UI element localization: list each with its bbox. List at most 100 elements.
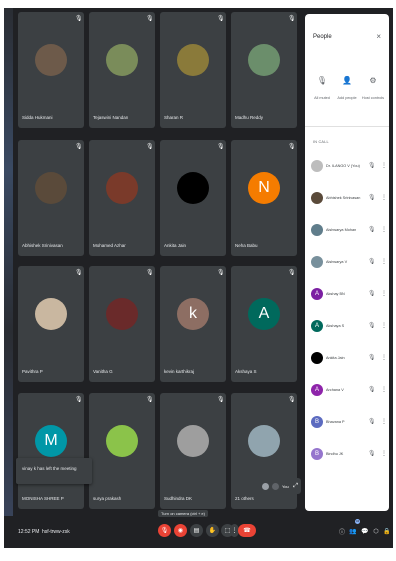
participant-name: 21 others <box>235 496 254 501</box>
person-row[interactable]: B Bindhu JK 🎙 ⋮ <box>305 448 389 464</box>
end-call-button[interactable]: ☎ <box>238 524 256 537</box>
avatar <box>311 224 323 236</box>
mic-off-icon[interactable] <box>272 482 279 490</box>
person-row[interactable]: Dr. ILANGO V (You) 🎙 ⋮ <box>305 160 389 176</box>
mic-off-icon[interactable]: 🎙 <box>368 322 376 329</box>
participant-tile[interactable]: 🎙 M MONISHA SHREE P <box>18 393 84 509</box>
more-options-icon[interactable]: ⋮ <box>381 226 387 233</box>
participant-tile[interactable]: 🎙 Sidda Hukmani <box>18 12 84 128</box>
mic-off-icon: 🎙 <box>217 270 225 276</box>
raise-hand-button[interactable]: ✋ <box>206 524 219 537</box>
mic-off-icon[interactable]: 🎙 <box>368 162 376 169</box>
mic-off-icon[interactable]: 🎙 <box>368 194 376 201</box>
panel-actions: 🎙 All muted 👤 Add people ⚙ Host controls <box>305 76 389 112</box>
person-row[interactable]: A Archana V 🎙 ⋮ <box>305 384 389 400</box>
person-row[interactable]: Aishwarya V 🎙 ⋮ <box>305 256 389 272</box>
person-name: Bindhu JK <box>326 452 344 456</box>
avatar <box>311 256 323 268</box>
person-name: Dr. ILANGO V (You) <box>326 164 360 168</box>
participant-tile[interactable]: 🎙 N Neha Babu <box>231 140 297 256</box>
chat-icon[interactable]: 💬 <box>361 527 369 535</box>
mic-off-icon: 🎙 <box>316 76 328 85</box>
mic-off-icon[interactable]: 🎙 <box>368 418 376 425</box>
more-options-icon[interactable]: ⋮ <box>381 386 387 393</box>
mic-off-icon[interactable]: 🎙 <box>368 386 376 393</box>
participant-tile[interactable]: 🎙 surya prakash <box>89 393 155 509</box>
more-options-icon[interactable]: ⋮ <box>381 450 387 457</box>
mic-toggle-button[interactable]: 🎙 <box>158 524 171 537</box>
avatar <box>311 160 323 172</box>
expand-icon[interactable]: ⤢ <box>293 483 298 490</box>
meeting-time: 12:52 PM <box>18 529 40 535</box>
meet-window: 🎙 Sidda Hukmani 🎙 Tejaswini Nandan 🎙 Sharan R… <box>4 8 393 548</box>
participant-tile[interactable]: 🎙 Madhu Reddy <box>231 12 297 128</box>
participant-tile[interactable]: 🎙 Tejaswini Nandan <box>89 12 155 128</box>
action-label: Add people <box>337 96 357 100</box>
avatar <box>248 425 280 457</box>
camera-tooltip: Turn on camera (ctrl + e) <box>158 510 208 517</box>
avatar: k <box>177 298 209 330</box>
close-panel-button[interactable]: × <box>376 32 381 41</box>
host-lock-icon[interactable]: 🔒 <box>383 527 391 535</box>
more-options-icon[interactable]: ⋮ <box>381 194 387 201</box>
participant-tile[interactable]: 🎙 Sudhindra DK <box>160 393 226 509</box>
person-row[interactable]: A Akshay BN 🎙 ⋮ <box>305 288 389 304</box>
participant-name: Tejaswini Nandan <box>93 115 129 120</box>
more-options-icon[interactable]: ⋮ <box>381 322 387 329</box>
mic-off-icon[interactable]: 🎙 <box>368 450 376 457</box>
participant-tile[interactable]: 🎙 Ankita Jain <box>160 140 226 256</box>
mic-off-icon[interactable]: 🎙 <box>368 290 376 297</box>
avatar <box>106 44 138 76</box>
person-name: Bhavana P <box>326 420 345 424</box>
participant-tile[interactable]: 🎙 Sharan R <box>160 12 226 128</box>
more-options-icon[interactable]: ⋮ <box>381 258 387 265</box>
more-options-icon[interactable]: ⋮ <box>381 290 387 297</box>
notification-toast: vinay k has left the meeting <box>16 458 92 484</box>
avatar <box>311 352 323 364</box>
avatar: N <box>248 172 280 204</box>
panel-divider <box>305 126 389 127</box>
mute-all-button[interactable]: 🎙 All muted <box>310 76 334 100</box>
avatar: M <box>35 425 67 457</box>
info-icon[interactable]: ⓘ <box>338 527 346 536</box>
avatar <box>106 425 138 457</box>
camera-toggle-button[interactable]: ◉ <box>174 524 187 537</box>
mic-off-icon[interactable]: 🎙 <box>368 226 376 233</box>
participant-tile[interactable]: 🎙 k kevin karthikraj <box>160 266 226 382</box>
person-row[interactable]: Aishwarya Mohan 🎙 ⋮ <box>305 224 389 240</box>
more-options-icon[interactable]: ⋮ <box>381 162 387 169</box>
participant-tile[interactable]: 🎙 Mohamed Azhar <box>89 140 155 256</box>
people-icon[interactable]: 👥 <box>349 527 357 535</box>
action-label: Host controls <box>361 96 385 100</box>
participant-tile[interactable]: 🎙 Vanitha G <box>89 266 155 382</box>
person-row[interactable]: Abhishek Srinivasan 🎙 ⋮ <box>305 192 389 208</box>
add-people-button[interactable]: 👤 Add people <box>335 76 359 100</box>
captions-button[interactable]: ▤ <box>190 524 203 537</box>
participant-name: Vanitha G <box>93 369 113 374</box>
person-name: Aishwarya Mohan <box>326 228 357 232</box>
avatar <box>248 44 280 76</box>
participant-name: Abhishek Srinivasan <box>22 243 63 248</box>
person-name: Aishwarya V <box>326 260 348 264</box>
participant-tile[interactable]: 🎙 Abhishek Srinivasan <box>18 140 84 256</box>
participant-name: surya prakash <box>93 496 122 501</box>
mic-off-icon[interactable]: 🎙 <box>368 258 376 265</box>
self-view-tile[interactable]: You ⤢ <box>259 478 301 494</box>
host-controls-button[interactable]: ⚙ Host controls <box>361 76 385 100</box>
participant-tile[interactable]: 🎙 Pavithra P <box>18 266 84 382</box>
person-row[interactable]: Ankita Jain 🎙 ⋮ <box>305 352 389 368</box>
panel-title: People <box>313 34 332 40</box>
more-options-icon[interactable]: ⋮ <box>381 418 387 425</box>
participant-tile[interactable]: 🎙 A Akshaya S <box>231 266 297 382</box>
person-row[interactable]: B Bhavana P 🎙 ⋮ <box>305 416 389 432</box>
meeting-code: hsf-trww-zsk <box>42 529 70 535</box>
mic-off-icon: 🎙 <box>217 16 225 22</box>
participant-name: Sidda Hukmani <box>22 115 53 120</box>
activities-icon[interactable]: ⬡ <box>372 527 380 535</box>
more-options-icon[interactable]: ⋮ <box>381 354 387 361</box>
participant-name: Mohamed Azhar <box>93 243 126 248</box>
person-row[interactable]: A Akshaya S 🎙 ⋮ <box>305 320 389 336</box>
person-name: Abhishek Srinivasan <box>326 196 361 200</box>
participant-name: Neha Babu <box>235 243 258 248</box>
mic-off-icon[interactable]: 🎙 <box>368 354 376 361</box>
